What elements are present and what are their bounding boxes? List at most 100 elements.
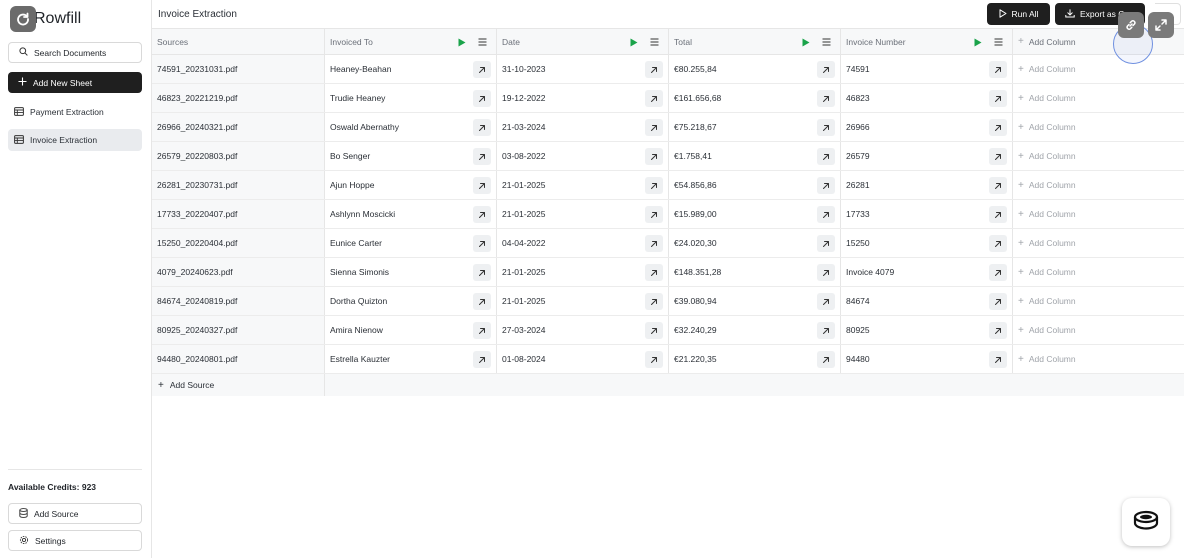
open-arrow-icon[interactable] (817, 206, 835, 223)
expand-icon[interactable] (1148, 12, 1174, 38)
open-arrow-icon[interactable] (989, 206, 1007, 223)
table-cell[interactable]: €148.351,28 (669, 258, 841, 286)
table-cell[interactable]: 21-01-2025 (497, 171, 669, 199)
column-header-total[interactable]: Total (669, 29, 841, 54)
table-cell[interactable]: 03-08-2022 (497, 142, 669, 170)
open-arrow-icon[interactable] (817, 148, 835, 165)
column-header-date[interactable]: Date (497, 29, 669, 54)
table-cell[interactable]: 01-08-2024 (497, 345, 669, 373)
open-arrow-icon[interactable] (817, 90, 835, 107)
table-cell[interactable]: 17733 (841, 200, 1013, 228)
add-column-cell[interactable]: + Add Column (1013, 171, 1184, 199)
source-cell[interactable]: 26579_20220803.pdf (152, 142, 325, 170)
table-cell[interactable]: Amira Nienow (325, 316, 497, 344)
chat-widget-button[interactable] (1122, 498, 1170, 546)
table-cell[interactable]: 84674 (841, 287, 1013, 315)
table-cell[interactable]: 04-04-2022 (497, 229, 669, 257)
open-arrow-icon[interactable] (473, 322, 491, 339)
open-arrow-icon[interactable] (817, 264, 835, 281)
open-arrow-icon[interactable] (989, 264, 1007, 281)
source-cell[interactable]: 15250_20220404.pdf (152, 229, 325, 257)
table-cell[interactable]: Estrella Kauzter (325, 345, 497, 373)
add-column-cell[interactable]: + Add Column (1013, 113, 1184, 141)
open-arrow-icon[interactable] (989, 90, 1007, 107)
open-arrow-icon[interactable] (817, 61, 835, 78)
sidebar-item-invoice-extraction[interactable]: Invoice Extraction (8, 129, 142, 151)
run-all-button[interactable]: Run All (987, 3, 1050, 25)
open-arrow-icon[interactable] (473, 264, 491, 281)
open-arrow-icon[interactable] (989, 235, 1007, 252)
table-cell[interactable]: Eunice Carter (325, 229, 497, 257)
table-cell[interactable]: €54.856,86 (669, 171, 841, 199)
table-cell[interactable]: 46823 (841, 84, 1013, 112)
add-source-row-button[interactable]: + Add Source (152, 374, 325, 396)
open-arrow-icon[interactable] (989, 148, 1007, 165)
add-column-cell[interactable]: + Add Column (1013, 229, 1184, 257)
source-cell[interactable]: 46823_20221219.pdf (152, 84, 325, 112)
open-arrow-icon[interactable] (645, 148, 663, 165)
open-arrow-icon[interactable] (645, 235, 663, 252)
open-arrow-icon[interactable] (473, 61, 491, 78)
open-arrow-icon[interactable] (817, 177, 835, 194)
table-cell[interactable]: 26281 (841, 171, 1013, 199)
open-arrow-icon[interactable] (989, 61, 1007, 78)
table-cell[interactable]: 21-01-2025 (497, 258, 669, 286)
refresh-icon[interactable] (8, 4, 36, 32)
table-cell[interactable]: 26966 (841, 113, 1013, 141)
table-cell[interactable]: Ajun Hoppe (325, 171, 497, 199)
add-column-cell[interactable]: + Add Column (1013, 84, 1184, 112)
table-cell[interactable]: Ashlynn Moscicki (325, 200, 497, 228)
open-arrow-icon[interactable] (645, 206, 663, 223)
table-cell[interactable]: 19-12-2022 (497, 84, 669, 112)
column-menu-icon[interactable] (992, 36, 1004, 48)
link-icon[interactable] (1118, 12, 1144, 38)
table-cell[interactable]: 31-10-2023 (497, 55, 669, 83)
source-cell[interactable]: 26281_20230731.pdf (152, 171, 325, 199)
add-column-cell[interactable]: + Add Column (1013, 200, 1184, 228)
sidebar-item-payment-extraction[interactable]: Payment Extraction (8, 101, 142, 123)
settings-button[interactable]: Settings (8, 530, 142, 551)
table-cell[interactable]: 80925 (841, 316, 1013, 344)
column-menu-icon[interactable] (648, 36, 660, 48)
table-cell[interactable]: 21-01-2025 (497, 287, 669, 315)
open-arrow-icon[interactable] (817, 119, 835, 136)
source-cell[interactable]: 26966_20240321.pdf (152, 113, 325, 141)
open-arrow-icon[interactable] (989, 351, 1007, 368)
table-cell[interactable]: 15250 (841, 229, 1013, 257)
table-cell[interactable]: 21-01-2025 (497, 200, 669, 228)
open-arrow-icon[interactable] (473, 206, 491, 223)
table-cell[interactable]: 94480 (841, 345, 1013, 373)
source-cell[interactable]: 4079_20240623.pdf (152, 258, 325, 286)
column-header-invoice-number[interactable]: Invoice Number (841, 29, 1013, 54)
table-cell[interactable]: Bo Senger (325, 142, 497, 170)
table-cell[interactable]: Heaney-Beahan (325, 55, 497, 83)
open-arrow-icon[interactable] (989, 322, 1007, 339)
open-arrow-icon[interactable] (645, 177, 663, 194)
table-cell[interactable]: €75.218,67 (669, 113, 841, 141)
open-arrow-icon[interactable] (645, 119, 663, 136)
open-arrow-icon[interactable] (989, 293, 1007, 310)
add-source-button[interactable]: Add Source (8, 503, 142, 524)
open-arrow-icon[interactable] (473, 293, 491, 310)
open-arrow-icon[interactable] (817, 351, 835, 368)
table-cell[interactable]: Dortha Quizton (325, 287, 497, 315)
open-arrow-icon[interactable] (817, 235, 835, 252)
open-arrow-icon[interactable] (817, 293, 835, 310)
table-cell[interactable]: €39.080,94 (669, 287, 841, 315)
table-cell[interactable]: €80.255,84 (669, 55, 841, 83)
column-menu-icon[interactable] (820, 36, 832, 48)
table-cell[interactable]: €15.989,00 (669, 200, 841, 228)
table-cell[interactable]: €21.220,35 (669, 345, 841, 373)
open-arrow-icon[interactable] (817, 322, 835, 339)
table-cell[interactable]: €32.240,29 (669, 316, 841, 344)
table-cell[interactable]: 27-03-2024 (497, 316, 669, 344)
open-arrow-icon[interactable] (473, 90, 491, 107)
table-cell[interactable]: 21-03-2024 (497, 113, 669, 141)
column-menu-icon[interactable] (476, 36, 488, 48)
open-arrow-icon[interactable] (645, 322, 663, 339)
add-new-sheet-button[interactable]: Add New Sheet (8, 72, 142, 93)
run-column-play-icon[interactable] (628, 36, 640, 48)
open-arrow-icon[interactable] (473, 177, 491, 194)
open-arrow-icon[interactable] (473, 148, 491, 165)
source-cell[interactable]: 17733_20220407.pdf (152, 200, 325, 228)
